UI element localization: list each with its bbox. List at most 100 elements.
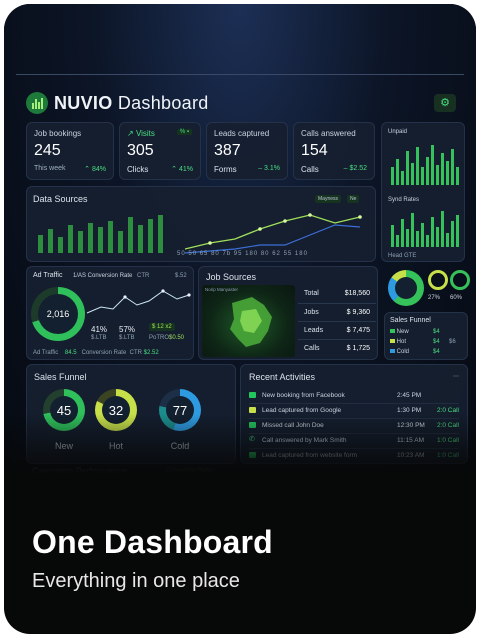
source-row[interactable]: Leads $ 7,475: [298, 321, 376, 339]
map-panel: Norip Manyaster: [202, 285, 295, 357]
recent-activities-card: Recent Activities ⋯ New booking from Fac…: [240, 364, 468, 464]
funnel-ring-label: Hot: [108, 441, 123, 451]
kpi-title: Leads captured: [214, 129, 270, 138]
x-axis-ticks: 50 50 65 80 7b 95 180 80 62 55 180: [177, 251, 308, 257]
mini-donut-a: [388, 270, 424, 306]
funnel-mini-row[interactable]: New: [390, 329, 409, 335]
kpi-value: 305: [127, 142, 154, 159]
funnel-ring-hot[interactable]: 32: [95, 389, 137, 431]
mini-ring-b: [428, 270, 448, 290]
ad-chip[interactable]: $ 12 x2: [149, 323, 175, 331]
funnel-mini-value: $4: [433, 349, 440, 355]
job-sources-card: Job Sources Norip Manyaster Total $18,560…: [198, 266, 378, 360]
kpi-value: 387: [214, 142, 241, 159]
kpi-value: 154: [301, 142, 328, 159]
activity-row[interactable]: Lead captured from Google 1:30 PM 2:0 Call: [249, 404, 459, 419]
data-sources-card: Data Sources Mayness Ne 50 50 65 80 7b 9…: [26, 186, 376, 262]
ad-chip-value: $0.50: [169, 335, 185, 341]
funnel-ring-cold[interactable]: 77: [159, 389, 201, 431]
sales-funnel-mini-card: Sales Funnel New $4 Hot $4 $6 Cold $4: [384, 312, 468, 360]
kpi-delta: ⌃ 41%: [171, 166, 193, 173]
kpi-title: Job bookings: [34, 129, 82, 138]
funnel-ring-value: 45: [50, 396, 78, 424]
kpi-sub: Clicks: [127, 165, 149, 174]
activities-more[interactable]: ⋯: [453, 373, 459, 380]
kpi-title: ↗ Visits: [127, 129, 155, 138]
kpi-value: 245: [34, 142, 61, 159]
kpi-title: Calls answered: [301, 129, 356, 138]
funnel-ring-label: Cold: [170, 441, 190, 451]
ad-footer: Ad Traffic 84.5 Conversion Rate CTR $2.5…: [33, 350, 159, 356]
kpi-delta: ⌃ 84%: [84, 166, 106, 173]
ad-chip-label: PoTRO: [149, 335, 170, 341]
kpi-card-visits[interactable]: ↗ Visits % ▪ 305 Clicks ⌃ 41%: [119, 122, 201, 180]
form-icon: [249, 452, 256, 458]
activity-row[interactable]: Missed call John Doe 12:30 PM 2:0 Call: [249, 419, 459, 434]
ad-traffic-line: [86, 289, 191, 314]
ad-stat-1-sub: $.LTB: [91, 335, 107, 341]
mini-donut-a-label: 27%: [428, 295, 441, 301]
data-sources-title: Data Sources: [33, 194, 88, 204]
activity-row[interactable]: Lead captured from website form 10:23 AM 1…: [249, 449, 459, 464]
missed-call-icon: [249, 422, 256, 428]
ad-stat-2-sub: $.LTB: [119, 335, 135, 341]
campaign-tab[interactable]: Conversion Rates: [166, 468, 214, 474]
job-sources-title: Job Sources: [206, 272, 257, 282]
funnel-ring-value: 32: [102, 396, 130, 424]
lead-icon: [249, 407, 256, 413]
top-divider: [16, 74, 464, 75]
ad-stat-2: 57%: [119, 325, 136, 334]
source-row[interactable]: Jobs $ 9,360: [298, 303, 376, 321]
side-bars-top: [391, 145, 459, 185]
ad-traffic-title: Ad Traffic: [33, 272, 63, 279]
kpi-card-calls[interactable]: Calls answered 154 Calls – $2.52: [293, 122, 375, 180]
funnel-mini-row[interactable]: Cold: [390, 349, 409, 355]
ad-traffic-card: Ad Traffic 1/AS Conversion Rate CTR $.52…: [26, 266, 194, 360]
sales-funnel-title: Sales Funnel: [34, 372, 87, 382]
recent-activities-title: Recent Activities: [249, 372, 316, 382]
activity-row[interactable]: ✆ Call answered by Mark Smith 11:15 AM 1:0 …: [249, 434, 459, 449]
funnel-mini-row[interactable]: Hot: [390, 339, 406, 345]
side-bar-panel: Unpaid Synd Rates Head GTE: [381, 122, 465, 262]
mini-donut-b-label: 60%: [450, 295, 463, 301]
legend-item[interactable]: Ne: [347, 195, 360, 203]
ad-stat-1: 41%: [91, 325, 108, 334]
kpi-card-leads[interactable]: Leads captured 387 Forms – 3.1%: [206, 122, 288, 180]
caption-subtitle: Everything in one place: [32, 570, 240, 592]
kpi-badge: % ▪: [176, 129, 192, 135]
ad-traffic-tab[interactable]: CTR: [137, 273, 149, 279]
funnel-ring-new[interactable]: 45: [43, 389, 85, 431]
funnel-mini-value: $4: [433, 329, 440, 335]
sales-funnel-mini-title: Sales Funnel: [390, 317, 431, 324]
kpi-delta: – 3.1%: [258, 165, 280, 172]
activity-row[interactable]: New booking from Facebook 2:45 PM: [249, 389, 459, 404]
ad-traffic-tab[interactable]: $.52: [175, 273, 187, 279]
source-row[interactable]: Total $18,560: [298, 285, 376, 303]
campaign-performance-title: Campaign Performance: [32, 466, 128, 474]
funnel-mini-value: $4: [433, 339, 440, 345]
mini-ring-c: [450, 270, 470, 290]
map-region-shape: [230, 297, 272, 347]
funnel-ring-value: 77: [166, 396, 194, 424]
mini-donut-a-hole: [395, 277, 417, 299]
funnel-mini-extra: $6: [449, 339, 456, 345]
legend-item[interactable]: Mayness: [315, 195, 342, 203]
side-panel-footer: Head GTE: [388, 253, 417, 259]
side-panel-title: Unpaid: [388, 129, 408, 135]
phone-icon: ✆: [249, 436, 255, 443]
donut-center: 2,016: [38, 294, 78, 334]
kpi-sub: Calls: [301, 165, 319, 174]
ad-traffic-tab[interactable]: 1/AS Conversion Rate: [73, 273, 132, 279]
dashboard-screenshot: NUVIO Dashboard ⚙ Job bookings 245 This …: [4, 4, 476, 474]
logo-bars-icon: [26, 92, 48, 114]
side-bars-bottom: [391, 211, 459, 247]
app-title: NUVIO Dashboard: [54, 92, 209, 113]
kpi-card-job-bookings[interactable]: Job bookings 245 This week ⌃ 84%: [26, 122, 114, 180]
funnel-ring-label: New: [54, 441, 73, 451]
sales-funnel-card: Sales Funnel 45 New 32 Hot 77 Cold: [26, 364, 236, 464]
source-row[interactable]: Calls $ 1,725: [298, 339, 376, 357]
kpi-sub: Forms: [214, 165, 237, 174]
job-sources-table: Total $18,560 Jobs $ 9,360 Leads $ 7,475 Ca…: [298, 285, 376, 359]
settings-gear-icon[interactable]: ⚙: [434, 94, 456, 112]
app-logo[interactable]: NUVIO Dashboard: [26, 92, 209, 114]
